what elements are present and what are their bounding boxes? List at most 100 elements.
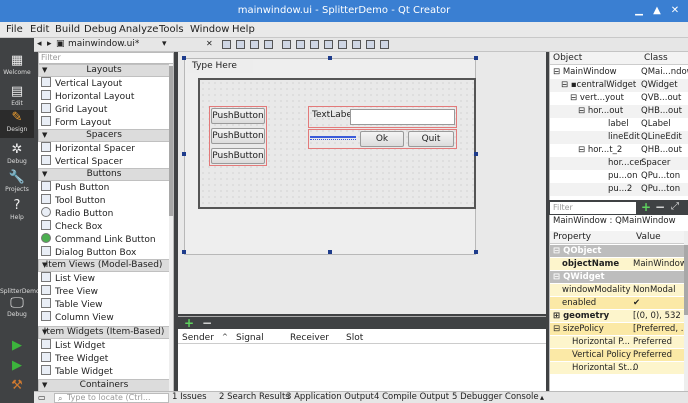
column-sender[interactable]: Sender (182, 333, 214, 343)
widget-horizontal-spacer[interactable]: Horizontal Spacer (41, 142, 169, 155)
menu-file[interactable]: File (6, 24, 23, 35)
push-button-2[interactable]: PushButton (211, 128, 265, 144)
resize-handle[interactable] (182, 250, 186, 254)
output-tab-issues[interactable]: 1 Issues (172, 392, 207, 403)
close-icon[interactable]: ✕ (668, 4, 682, 18)
tree-row[interactable]: pu...on QPu...ton (550, 170, 688, 183)
widget-dialog-button-box[interactable]: Dialog Button Box (41, 246, 169, 259)
add-dynamic-property-icon[interactable]: + (641, 200, 651, 214)
menu-window[interactable]: Window (190, 24, 229, 35)
category-buttons[interactable]: ▼ Buttons (38, 168, 170, 181)
column-slot[interactable]: Slot (346, 333, 363, 343)
widget-horizontal-layout[interactable]: Horizontal Layout (41, 90, 169, 103)
break-layout-icon[interactable] (366, 40, 375, 49)
widget-tree-view[interactable]: Tree View (41, 285, 169, 298)
build-button[interactable]: ⚒ (0, 378, 34, 394)
resize-handle[interactable] (182, 152, 186, 156)
menu-debug[interactable]: Debug (84, 24, 117, 35)
edit-tab-order-icon[interactable] (264, 40, 273, 49)
more-tabs-icon[interactable]: ▴ (540, 392, 544, 403)
tree-row[interactable]: ⊟ ▪centralWidget QWidget (550, 79, 688, 92)
widget-grid-layout[interactable]: Grid Layout (41, 103, 169, 116)
form-editor-canvas[interactable]: Type Here PushButton PushButton PushButt… (178, 52, 546, 314)
tree-row[interactable]: ⊟ hor...out QHB...out (550, 105, 688, 118)
property-value[interactable]: NonModal (633, 284, 675, 296)
widget-radio-button[interactable]: Radio Button (41, 207, 169, 220)
tree-row[interactable]: pu...2 QPu...ton (550, 183, 688, 196)
resize-handle[interactable] (182, 56, 186, 60)
mode-help[interactable]: ? Help (0, 198, 34, 221)
widget-box-scrollbar[interactable] (169, 64, 173, 403)
mode-edit[interactable]: ▤ Edit (0, 84, 34, 107)
column-value[interactable]: Value (633, 231, 688, 244)
resize-handle[interactable] (474, 56, 478, 60)
widget-filter-input[interactable]: Filter (38, 52, 174, 64)
tree-row[interactable]: ⊟ hor...t_2 QHB...out (550, 144, 688, 157)
widget-table-widget[interactable]: Table Widget (41, 365, 169, 378)
widget-tree-widget[interactable]: Tree Widget (41, 352, 169, 365)
column-class[interactable]: Class (641, 52, 688, 65)
property-row[interactable]: enabled ✔ (550, 297, 685, 309)
file-dropdown-icon[interactable]: ▾ (162, 39, 167, 49)
property-value[interactable]: MainWindow (633, 258, 685, 270)
close-editor-icon[interactable]: ✕ (206, 39, 213, 48)
toggle-sidebar-icon[interactable]: ▭ (38, 392, 46, 403)
adjust-size-icon[interactable] (380, 40, 389, 49)
layout-form-icon[interactable] (338, 40, 347, 49)
menu-edit[interactable]: Edit (30, 24, 49, 35)
nav-back-icon[interactable]: ◂ (37, 39, 42, 49)
layout-grid-icon[interactable] (352, 40, 361, 49)
edit-signals-icon[interactable] (236, 40, 245, 49)
menu-analyze[interactable]: Analyze (119, 24, 158, 35)
locator-input[interactable]: Type to locate (Ctrl... (54, 393, 169, 403)
text-label[interactable]: TextLabel (312, 110, 354, 120)
widget-list-view[interactable]: List View (41, 272, 169, 285)
category-layouts[interactable]: ▼ Layouts (38, 64, 170, 77)
edit-widgets-icon[interactable] (222, 40, 231, 49)
enabled-checkbox[interactable]: ✔ (633, 297, 640, 309)
resize-handle[interactable] (328, 56, 332, 60)
property-row[interactable]: windowModality NonModal (550, 284, 685, 296)
property-row[interactable]: objectName MainWindow (550, 258, 685, 270)
resize-handle[interactable] (474, 152, 478, 156)
widget-vertical-layout[interactable]: Vertical Layout (41, 77, 169, 90)
property-row[interactable]: Horizontal P... Preferred (550, 336, 685, 348)
property-value[interactable]: 0 (633, 362, 638, 374)
widget-push-button[interactable]: Push Button (41, 181, 169, 194)
edit-buddies-icon[interactable] (250, 40, 259, 49)
widget-list-widget[interactable]: List Widget (41, 339, 169, 352)
nav-forward-icon[interactable]: ▸ (47, 39, 52, 49)
tree-row[interactable]: label QLabel (550, 118, 688, 131)
property-row[interactable]: Horizontal St... 0 (550, 362, 685, 374)
property-row[interactable]: ⊟ sizePolicy [Preferred, ... (550, 323, 685, 335)
mode-welcome[interactable]: ▦ Welcome (0, 53, 34, 76)
widget-form-layout[interactable]: Form Layout (41, 116, 169, 129)
line-edit[interactable] (350, 109, 455, 125)
add-connection-icon[interactable]: + (184, 316, 194, 330)
column-receiver[interactable]: Receiver (290, 333, 329, 343)
tree-row[interactable]: lineEdit QLineEdit (550, 131, 688, 144)
property-filter-input[interactable]: Filter (550, 202, 636, 214)
widget-vertical-spacer[interactable]: Vertical Spacer (41, 155, 169, 168)
push-button-1[interactable]: PushButton (211, 108, 265, 124)
split-horizontal-icon[interactable] (310, 40, 319, 49)
maximize-icon[interactable]: ▲ (650, 4, 664, 18)
scrollbar-thumb[interactable] (684, 245, 688, 315)
target-selector[interactable]: SplitterDemo 🖵 Debug (0, 288, 40, 318)
resize-handle[interactable] (474, 250, 478, 254)
output-tab-application-output[interactable]: 3 Application Output (286, 392, 374, 403)
property-value[interactable]: Preferred (633, 349, 672, 361)
minimize-icon[interactable]: ▁ (632, 4, 646, 18)
category-spacers[interactable]: ▼ Spacers (38, 129, 170, 142)
property-value[interactable]: Preferred (633, 336, 672, 348)
open-file-name[interactable]: mainwindow.ui* (68, 39, 139, 49)
widget-command-link-button[interactable]: Command Link Button (41, 233, 169, 246)
column-object[interactable]: Object (550, 52, 641, 65)
ok-button[interactable]: Ok (360, 131, 404, 147)
property-value[interactable]: [Preferred, ... (633, 323, 685, 335)
tree-row[interactable]: hor...cer Spacer (550, 157, 688, 170)
quit-button[interactable]: Quit (408, 131, 454, 147)
tree-row[interactable]: ⊟ vert...yout QVB...out (550, 92, 688, 105)
remove-property-icon[interactable]: − (655, 200, 665, 214)
menu-type-here[interactable]: Type Here (187, 60, 253, 73)
